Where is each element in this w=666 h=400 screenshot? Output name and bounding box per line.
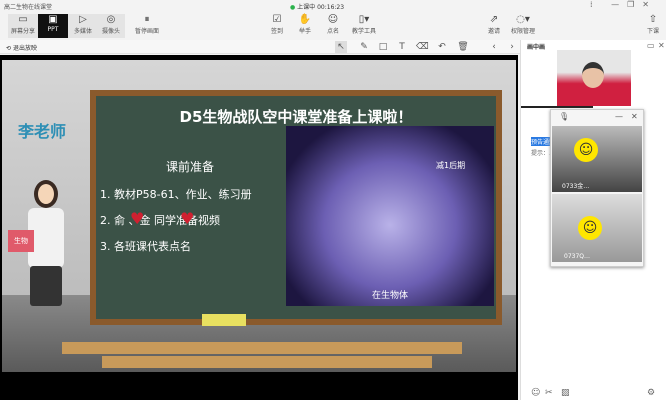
media-button[interactable]: ▷ 多媒体 <box>68 14 98 38</box>
rectangle-icon[interactable]: □ <box>377 41 389 53</box>
pause-icon: ⏸ <box>144 14 150 25</box>
end-class-button[interactable]: ⇧ 下课 <box>638 14 666 38</box>
label: 多媒体 <box>73 28 92 35</box>
label: 摄像头 <box>101 28 120 35</box>
tools-button[interactable]: ▯▾ 教学工具 <box>346 14 382 38</box>
slide-title: D5生物战队空中课堂准备上课啦！ <box>179 108 413 126</box>
teacher-video <box>557 50 631 106</box>
pause-button[interactable]: ⏸ 暂停画面 <box>130 14 164 38</box>
delete-icon[interactable]: 🗑 <box>457 41 469 53</box>
cell-division-image: 减1后期 在生物体 <box>286 126 494 306</box>
prep-title: 课前准备 <box>166 160 215 174</box>
permission-button[interactable]: ◌▾ 权限管理 <box>505 14 541 38</box>
student-video: ☺ 0737Q… <box>552 194 642 262</box>
camera-button[interactable]: ◎ 摄像头 <box>96 14 126 38</box>
tools-icon: ▯▾ <box>358 14 370 25</box>
label: 邀请 <box>487 28 500 35</box>
label: 下课 <box>646 28 659 35</box>
image-label: 在生物体 <box>372 291 409 301</box>
emoji-icon[interactable]: ☺ <box>531 388 540 398</box>
window-title: 高二生物在线课堂 <box>4 4 53 11</box>
panel-title: 画中画 <box>527 44 546 51</box>
exit-label: 退出放映 <box>12 45 37 52</box>
label: 签到 <box>270 28 283 35</box>
student-video: ☺ 0733金… <box>552 126 642 192</box>
ppt-button[interactable]: ▣ PPT <box>38 14 68 38</box>
class-status: ● 上课中 00:16:23 <box>290 4 345 11</box>
heart-icon: ♥ <box>130 209 145 228</box>
screen-share-icon: ▭ <box>18 14 28 25</box>
permission-icon: ◌▾ <box>516 14 530 25</box>
close-icon[interactable]: ✕ <box>658 41 665 50</box>
label: 教学工具 <box>351 28 376 35</box>
minimize-icon[interactable]: — <box>615 112 623 121</box>
next-page-icon[interactable]: › <box>506 41 518 53</box>
prep-item: 3. 各班课代表点名 <box>100 240 191 253</box>
rollcall-button[interactable]: ☺ 点名 <box>318 14 348 38</box>
image-icon[interactable]: ▨ <box>561 388 570 398</box>
label: 权限管理 <box>510 28 535 35</box>
label: 点名 <box>326 28 339 35</box>
checkin-icon: ☑ <box>272 14 282 25</box>
media-icon: ▷ <box>79 14 87 25</box>
label: 暂停画面 <box>134 28 159 35</box>
teacher-illustration: 生物 <box>8 180 68 320</box>
prep-item: 1. 教材P58-61、作业、练习册 <box>100 188 252 201</box>
title-bar: 高二生物在线课堂 ● 上课中 00:16:23 ⁞ —❐✕ <box>0 0 666 12</box>
student-video-window[interactable]: 🎙 — ✕ ☺ 0733金… ☺ 0737Q… <box>550 109 644 267</box>
eraser-icon[interactable]: ⌫ <box>416 41 429 53</box>
label: 屏幕分享 <box>10 28 35 35</box>
pointer-icon[interactable]: ↖ <box>335 41 347 53</box>
image-label: 减1后期 <box>436 161 466 170</box>
pen-icon[interactable]: ✎ <box>358 41 370 53</box>
slide: 李老师 生物 D5生物战队空中课堂准备上课啦！ 课前准备 1. 教材P58-61… <box>2 60 516 372</box>
prep-list: 1. 教材P58-61、作业、练习册 2. 俞 、金 同学准备视频 3. 各班课… <box>100 182 252 260</box>
screen-share-button[interactable]: ▭ 屏幕分享 <box>8 14 38 38</box>
eraser <box>202 314 246 326</box>
window-controls[interactable]: ⁞ —❐✕ <box>590 0 657 9</box>
teacher-name: 李老师 <box>18 122 67 141</box>
rollcall-icon: ☺ <box>327 14 339 25</box>
prev-page-icon[interactable]: ‹ <box>488 41 500 53</box>
book: 生物 <box>8 230 34 252</box>
video-label: 0733金… <box>562 183 590 190</box>
camera-icon: ◎ <box>106 14 116 25</box>
exit-slideshow-button[interactable]: ⟲ 退出放映 <box>6 43 37 52</box>
label: PPT <box>47 26 59 33</box>
close-icon[interactable]: ✕ <box>631 112 638 121</box>
hand-icon: ✋ <box>298 14 312 25</box>
scissors-icon[interactable]: ✂ <box>545 388 553 398</box>
text-icon[interactable]: T <box>396 41 408 53</box>
ppt-icon: ▣ <box>48 14 58 25</box>
microphone-icon[interactable]: 🎙 <box>559 112 569 121</box>
video-label: 0737Q… <box>564 253 590 260</box>
label: 举手 <box>298 28 311 35</box>
checkin-button[interactable]: ☑ 签到 <box>262 14 292 38</box>
hand-button[interactable]: ✋ 举手 <box>290 14 320 38</box>
chalkboard: D5生物战队空中课堂准备上课啦！ 课前准备 1. 教材P58-61、作业、练习册… <box>90 90 502 326</box>
end-class-icon: ⇧ <box>648 14 658 25</box>
undo-icon[interactable]: ↶ <box>436 41 448 53</box>
prep-item: 2. 俞 、金 同学准备视频 <box>100 214 220 227</box>
heart-icon: ♥ <box>180 209 195 228</box>
settings-icon[interactable]: ⚙ <box>647 388 655 398</box>
restore-icon[interactable]: ▭ <box>647 41 655 50</box>
